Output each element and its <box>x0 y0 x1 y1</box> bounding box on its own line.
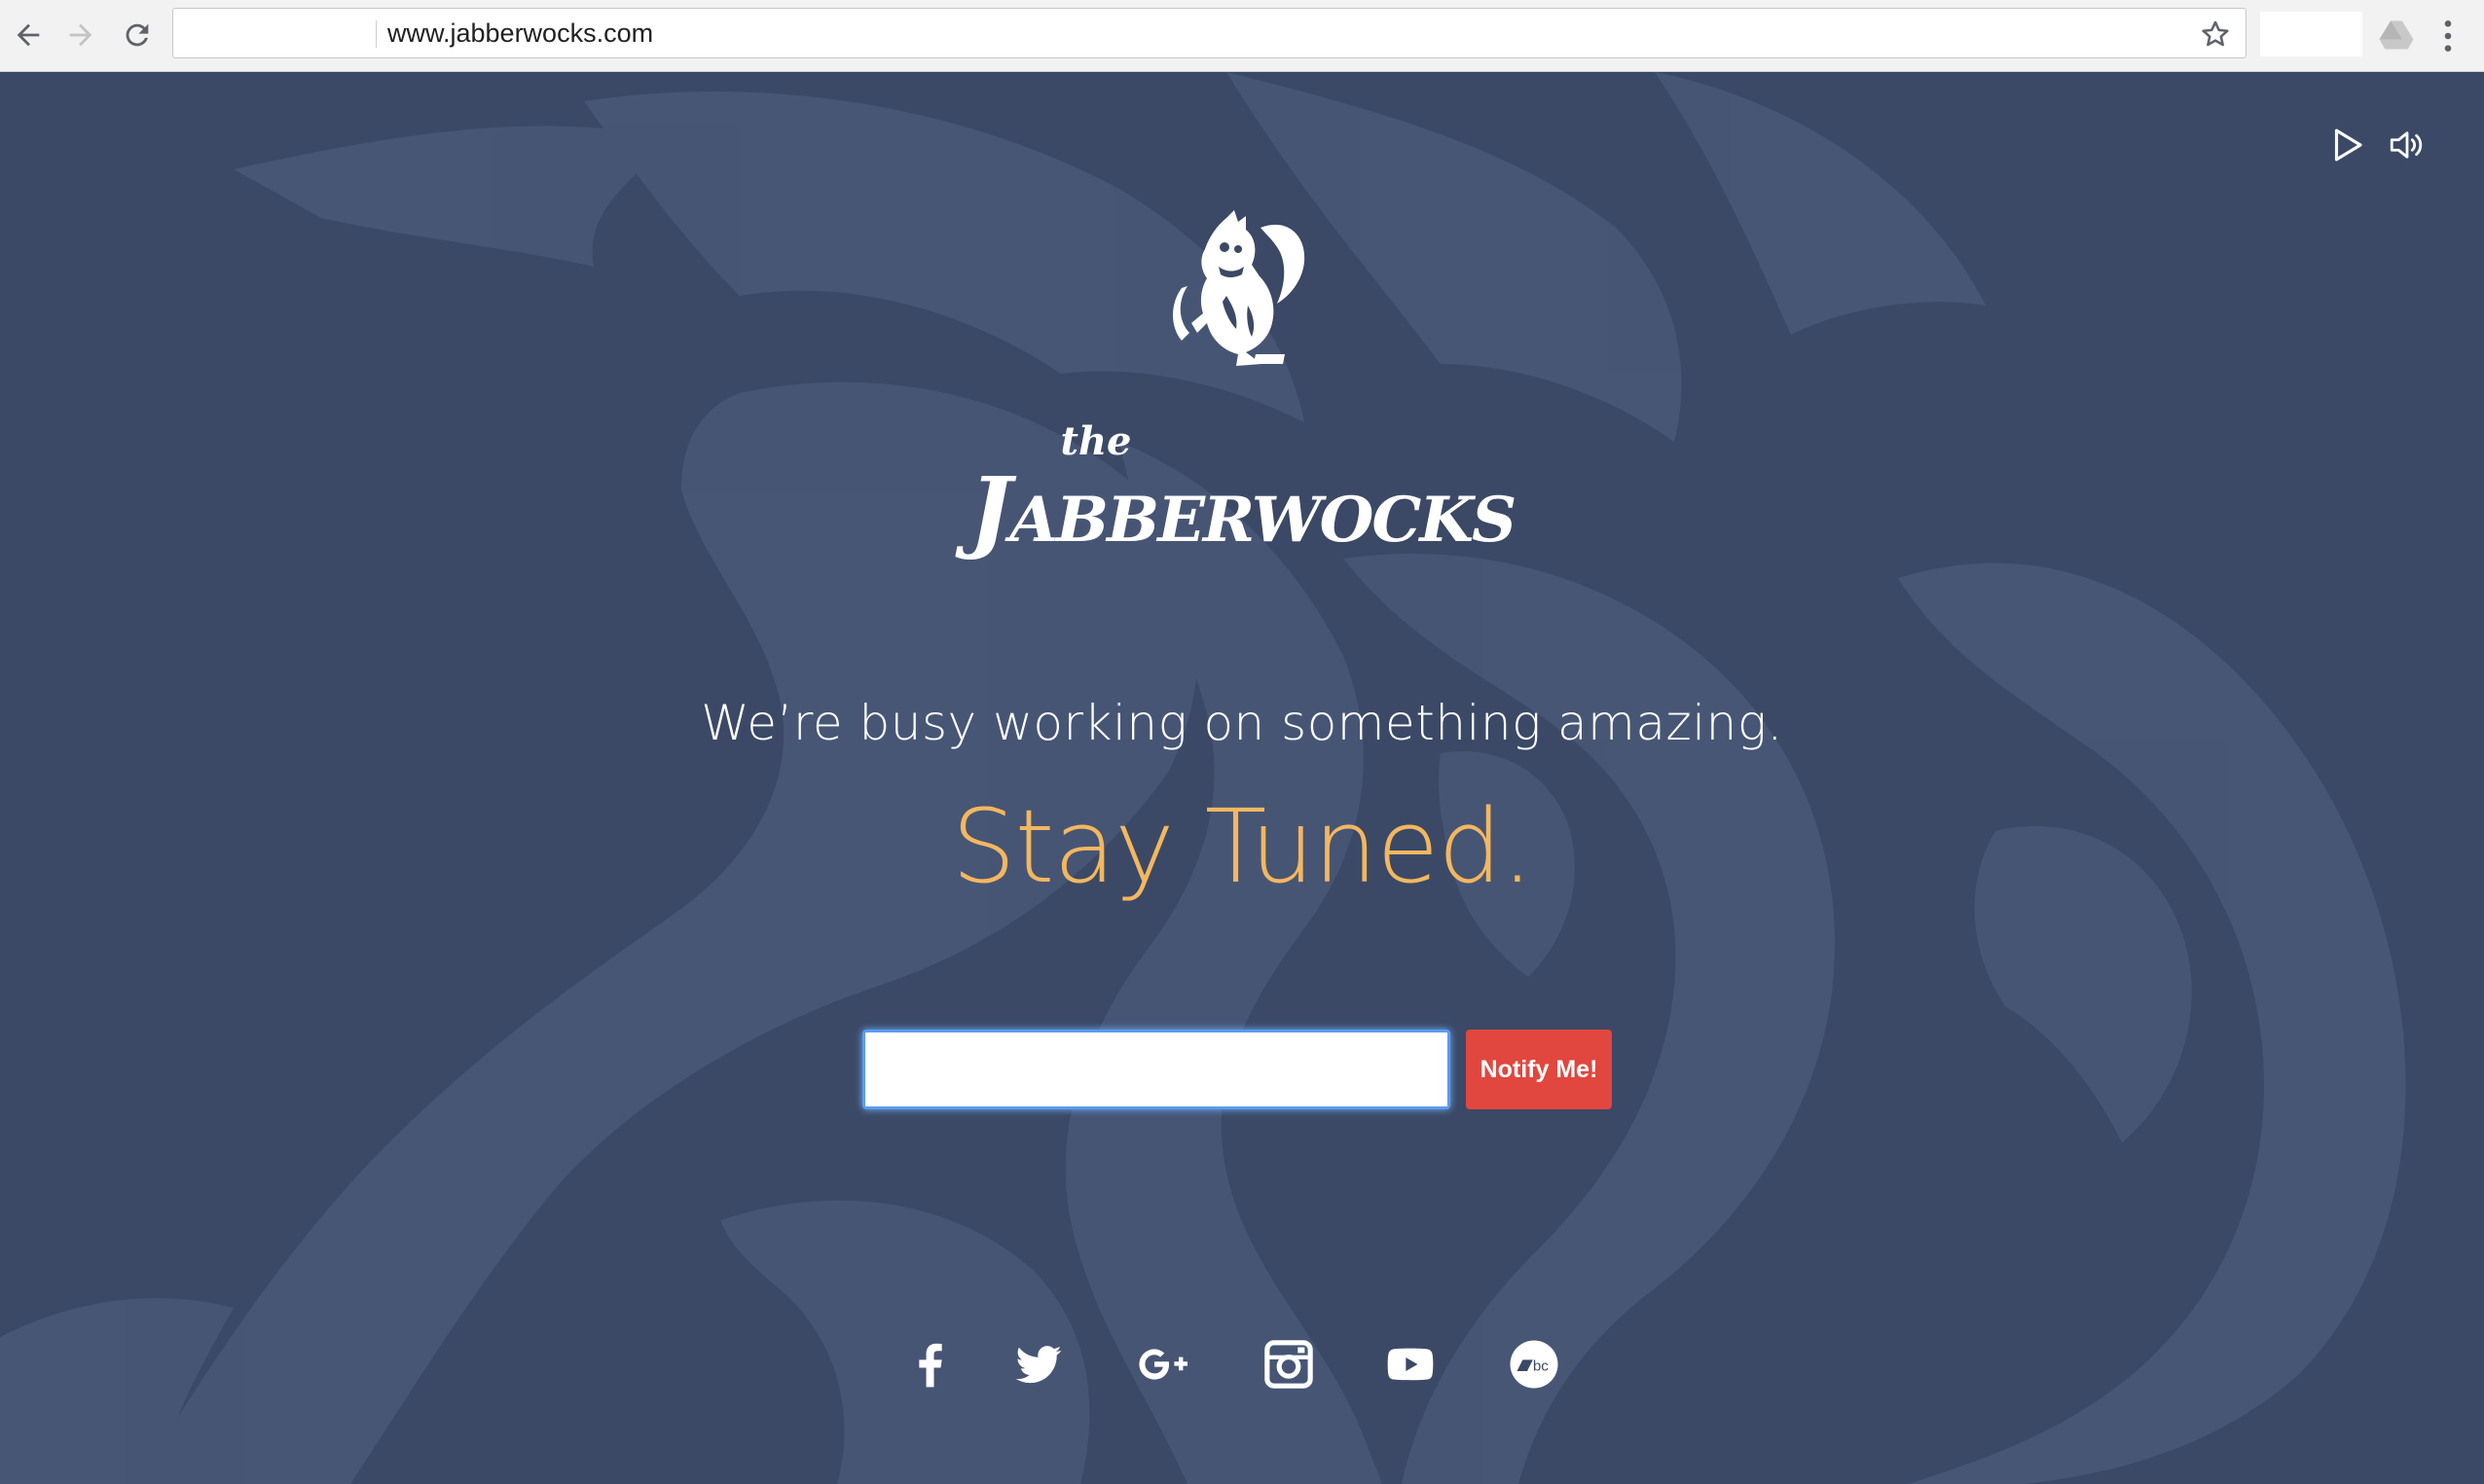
bandcamp-icon[interactable]: bc <box>1507 1337 1561 1392</box>
tagline: We’re busy working on something amazing. <box>701 695 1783 751</box>
twitter-icon[interactable] <box>1011 1337 1066 1392</box>
play-icon[interactable] <box>2326 125 2367 165</box>
jabberwock-creature-logo <box>1173 210 1305 366</box>
svg-text:bc: bc <box>1533 1358 1549 1375</box>
instagram-icon[interactable] <box>1261 1337 1316 1392</box>
browser-toolbar: www.jabberwocks.com <box>0 0 2484 72</box>
address-bar[interactable]: www.jabberwocks.com <box>172 8 2247 58</box>
google-plus-icon[interactable] <box>1137 1337 1191 1392</box>
youtube-icon[interactable] <box>1383 1337 1438 1392</box>
menu-dots-icon[interactable] <box>2438 18 2458 54</box>
jabberwocks-wordmark: the Jabberwocks <box>0 418 2484 562</box>
omnibox-separator <box>376 20 377 48</box>
headline: Stay Tuned. <box>951 787 1534 906</box>
back-arrow-icon[interactable] <box>8 15 49 55</box>
wordmark-the: the <box>1060 418 1132 464</box>
extension-area <box>2260 12 2362 56</box>
facebook-icon[interactable] <box>903 1337 958 1392</box>
volume-icon[interactable] <box>2387 125 2428 165</box>
landing-page: the Jabberwocks We’re busy working on so… <box>0 72 2484 1484</box>
bookmark-star-icon[interactable] <box>2199 18 2232 51</box>
url-text[interactable]: www.jabberwocks.com <box>387 18 653 49</box>
forward-arrow-icon[interactable] <box>60 15 101 55</box>
wordmark-name: Jabberwocks <box>968 457 1516 562</box>
email-input[interactable] <box>862 1030 1450 1109</box>
reload-icon[interactable] <box>117 15 158 55</box>
notify-me-button[interactable]: Notify Me! <box>1466 1030 1612 1109</box>
google-drive-icon[interactable] <box>2379 19 2414 51</box>
